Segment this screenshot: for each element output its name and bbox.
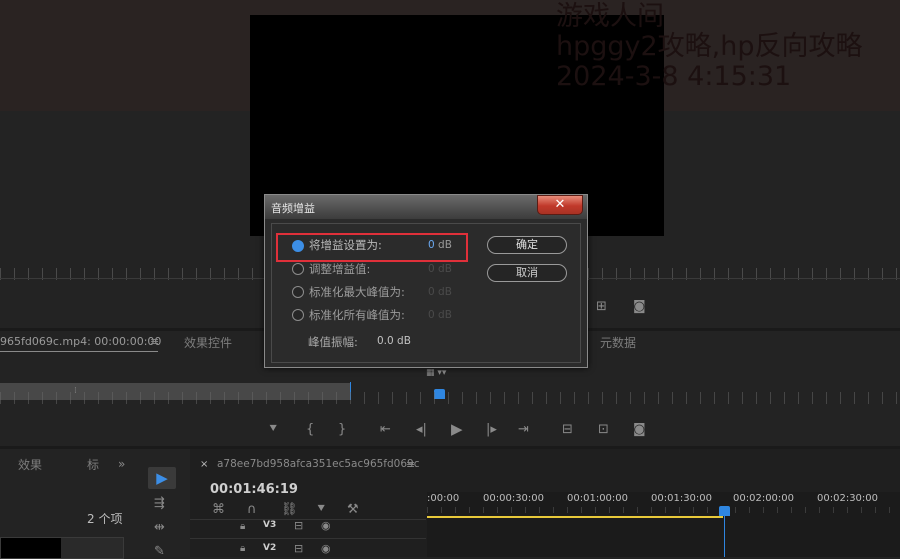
nest-icon[interactable]: ⌘ [212,503,225,517]
thumbnail-image [1,538,61,558]
timeline-ruler-ticks[interactable] [427,507,900,513]
option-adjust-gain-label: 调整增益值: [309,262,371,276]
ok-button[interactable]: 确定 [487,236,567,254]
add-marker-timeline-icon[interactable]: ⯆ [316,503,326,517]
track-name: V3 [263,520,277,530]
radio-adjust-gain[interactable] [292,263,304,275]
close-sequence-icon[interactable]: × [200,459,208,470]
radio-normalize-all-peaks[interactable] [292,309,304,321]
lock-icon[interactable]: 🔒︎ [240,520,245,534]
eye-icon[interactable]: ◉ [321,519,331,533]
watermark: 游戏人间 hpggy2攻略,hp反向攻略 2024-3-8 4:15:31 [556,2,863,92]
panel-overflow-icon[interactable]: » [118,457,125,471]
tab-sequence[interactable]: a78ee7bd958afca351ec5ac965fd069c [217,458,419,470]
radio-normalize-max-peak[interactable] [292,286,304,298]
option-normalize-all-peaks-label: 标准化所有峰值为: [309,308,405,322]
work-area-bar[interactable] [427,516,723,518]
export-frame-icon[interactable]: ⊞ [596,300,607,314]
wrench-icon[interactable]: ⚒ [347,503,359,517]
overwrite-icon[interactable]: ⊡ [598,423,609,437]
ruler-label: 00:01:00:00 [567,493,629,504]
ruler-label: 00:02:30:00 [817,493,879,504]
audio-gain-dialog: 音频增益 ✕ 将增益设置为: 0 dB 调整增益值: 0 dB 标准化最大峰值为… [264,194,588,368]
option-set-gain-label: 将增益设置为: [309,238,382,252]
drag-video-icon[interactable]: ▦ ▾▾ [426,366,446,380]
cancel-button[interactable]: 取消 [487,264,567,282]
adjust-gain-value[interactable]: 0 dB [428,263,452,275]
tab-partial[interactable]: 标 [87,456,99,473]
camera-icon[interactable]: ◙ [633,300,646,314]
normalize-all-peaks-value[interactable]: 0 dB [428,309,452,321]
peak-amplitude-value: 0.0 dB [377,335,411,347]
selection-tool-icon[interactable]: ▶ [148,467,176,489]
track-divider [190,519,426,520]
play-icon[interactable]: ▶ [451,422,463,437]
lock-icon[interactable]: 🔒︎ [240,542,245,556]
ruler-label: :00:00 [427,493,460,504]
mark-in-icon[interactable]: { [306,423,314,437]
close-button[interactable]: ✕ [537,195,583,215]
ruler-label: 00:01:30:00 [651,493,713,504]
sync-lock-icon[interactable]: ⊟ [294,542,303,556]
normalize-max-peak-value[interactable]: 0 dB [428,286,452,298]
track-divider [190,538,426,539]
mark-out-icon[interactable]: } [338,423,346,437]
track-select-tool-icon[interactable]: ⇶ [154,497,165,511]
tab-metadata[interactable]: 元数据 [600,334,636,351]
insert-icon[interactable]: ⊟ [562,423,573,437]
go-to-in-icon[interactable]: ⇤ [380,423,391,437]
sequence-menu-icon[interactable]: ≡ [406,458,415,472]
tab-effect-controls[interactable]: 效果控件 [184,334,232,351]
step-forward-icon[interactable]: |▸ [486,423,497,437]
active-tab-underline [0,351,158,352]
project-item-thumbnail[interactable] [0,537,124,559]
track-name: V2 [263,543,277,553]
radio-set-gain[interactable] [292,240,304,252]
ripple-edit-tool-icon[interactable]: ⇹ [154,521,165,535]
timeline-playhead-marker[interactable] [719,506,730,516]
ruler-label: 00:00:30:00 [483,493,545,504]
export-frame-camera-icon[interactable]: ◙ [633,423,646,437]
source-time-ruler[interactable] [0,392,900,404]
ruler-label: 00:02:00:00 [733,493,795,504]
go-to-out-icon[interactable]: ⇥ [518,423,529,437]
watermark-line-2: hpggy2攻略,hp反向攻略 [556,31,863,62]
watermark-line-3: 2024-3-8 4:15:31 [556,61,792,92]
peak-amplitude-label: 峰值振幅: [308,335,358,349]
sync-lock-icon[interactable]: ⊟ [294,519,303,533]
option-normalize-max-peak-label: 标准化最大峰值为: [309,285,405,299]
tab-effects[interactable]: 效果 [18,456,42,473]
step-back-icon[interactable]: ◂| [416,423,427,437]
item-count: 2 个项 [87,512,123,526]
timeline-timecode[interactable]: 00:01:46:19 [210,482,298,497]
snap-icon[interactable]: ∩ [247,503,257,517]
timeline-playhead-line[interactable] [724,512,725,557]
tab-menu-icon[interactable]: ≡ [150,335,159,349]
eye-icon[interactable]: ◉ [321,542,331,556]
tab-source-clip[interactable]: 965fd069c.mp4: 00:00:00:00 [0,335,161,348]
set-gain-value[interactable]: 0 dB [428,239,452,251]
add-marker-icon[interactable]: ⯆ [268,423,278,437]
linked-selection-icon[interactable]: ⛓ [281,503,298,517]
dialog-title: 音频增益 [271,202,315,215]
watermark-line-1: 游戏人间 [556,1,664,32]
